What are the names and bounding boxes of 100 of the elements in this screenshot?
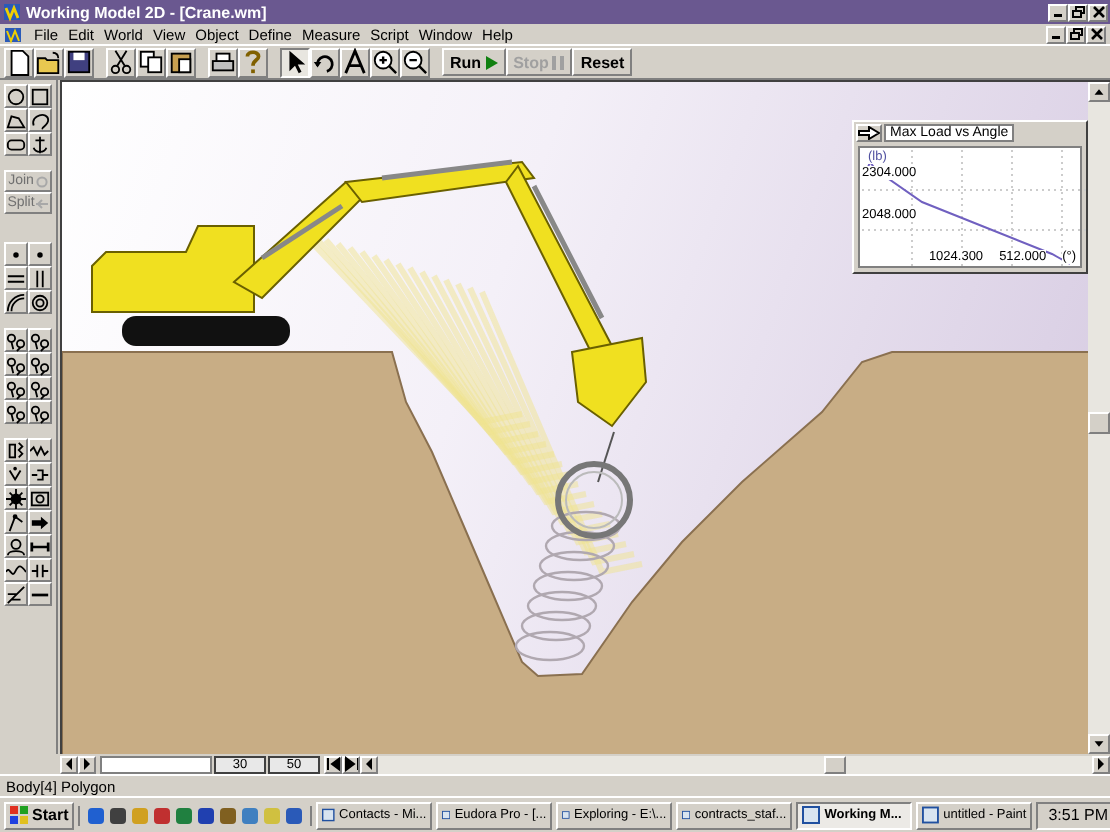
step-back-icon [62,756,76,772]
text-tool[interactable] [340,47,370,77]
scroll-down-icon[interactable] [1088,734,1110,754]
joint-tool[interactable] [4,352,28,376]
joint-tool[interactable] [4,400,28,424]
joint-icon [6,353,26,375]
dot-tool[interactable] [4,242,28,266]
rod-tool[interactable] [28,534,52,558]
circle-tool[interactable] [4,84,28,108]
zoom-in-icon [372,48,398,76]
clock: 3:51 PM [1036,801,1110,829]
skip-back-icon [326,756,340,772]
circle-icon [6,85,26,107]
curve-icon [30,109,50,131]
window-icon [562,806,570,824]
horizontal-slot-tool[interactable] [4,266,28,290]
zoom-out-icon [402,48,428,76]
arrow-icon [858,126,880,140]
print-button[interactable] [208,47,238,77]
rotate-tool[interactable] [310,47,340,77]
paste-button[interactable] [166,47,196,77]
polygon-tool[interactable] [4,108,28,132]
letter-a-icon [342,48,368,76]
joint-icon [30,377,50,399]
printer-icon [210,48,236,76]
run-button[interactable]: Run [442,48,506,76]
zoom-in-tool[interactable] [370,47,400,77]
open-folder-icon [36,48,62,76]
dot-tool[interactable] [28,242,52,266]
window-icon [322,806,336,824]
start-button[interactable]: Start [4,801,75,829]
copy-icon [138,48,164,76]
ring-icon [35,175,48,187]
zoom-out-tool[interactable] [400,47,430,77]
joint-tool[interactable] [4,328,28,352]
close-button[interactable] [1088,3,1108,21]
vertical-slot-icon [30,267,50,289]
close-icon [1091,6,1105,18]
wave-tool[interactable] [4,558,28,582]
square-icon [30,85,50,107]
joint-tool[interactable] [4,376,28,400]
joint-tool[interactable] [28,352,52,376]
curved-slot-tool[interactable] [4,290,28,314]
copy-button[interactable] [136,47,166,77]
anchor-icon [30,133,50,155]
minimize-button[interactable] [1048,3,1068,21]
tape-button[interactable] [324,755,342,773]
horizontal-scrollbar[interactable] [378,755,1092,773]
cut-button[interactable] [106,47,136,77]
restore-button[interactable] [1068,3,1088,21]
play-icon [485,55,498,69]
block-arrow-icon [30,511,50,533]
ring-drawing [555,461,633,539]
close-button[interactable] [1086,25,1106,43]
joint-tool[interactable] [28,400,52,424]
block-arrow-tool[interactable] [28,510,52,534]
windows-logo-icon [10,806,28,824]
vertical-scrollbar[interactable] [1088,82,1110,754]
graph-arrow-button[interactable] [856,124,882,142]
restore-button[interactable] [1066,25,1086,43]
joint-icon [30,401,50,423]
window-icon [802,806,821,824]
scroll-thumb[interactable] [1088,412,1110,434]
question-mark-icon [240,48,266,76]
step-forward-icon [80,756,94,772]
window-icon [682,806,691,824]
help-button[interactable] [238,47,268,77]
pause-icon [552,55,565,69]
joint-tool[interactable] [28,376,52,400]
concentric-circles-icon [30,291,50,313]
window-title: Working Model 2D - [Crane.wm] [26,3,267,21]
anchor-tool[interactable] [28,132,52,156]
save-button[interactable] [64,47,94,77]
joint-icon [30,353,50,375]
curved-slot-icon [6,291,26,313]
spring-tool[interactable] [28,438,52,462]
pointer-tool[interactable] [280,47,310,77]
save-icon [66,48,92,76]
line-tool[interactable] [28,582,52,606]
reset-button[interactable]: Reset [572,48,633,76]
minimize-button[interactable] [1046,25,1066,43]
concentric-circles-tool[interactable] [28,290,52,314]
square-tool[interactable] [28,84,52,108]
cut-icon [108,48,134,76]
vertical-slot-tool[interactable] [28,266,52,290]
skip-forward-icon [344,756,358,772]
joint-icon [6,329,26,351]
curve-tool[interactable] [28,108,52,132]
rounded-rectangle-tool[interactable] [4,132,28,156]
window-icon [922,806,940,824]
joint-icon [30,329,50,351]
window-icon [442,806,451,824]
joint-tool[interactable] [28,328,52,352]
joint-icon [6,377,26,399]
tape-button[interactable] [342,755,360,773]
open-folder-button[interactable] [34,47,64,77]
scroll-right-button[interactable] [1092,755,1110,773]
scroll-up-icon[interactable] [1088,82,1110,102]
new-document-button[interactable] [4,47,34,77]
scroll-thumb[interactable] [824,755,846,773]
